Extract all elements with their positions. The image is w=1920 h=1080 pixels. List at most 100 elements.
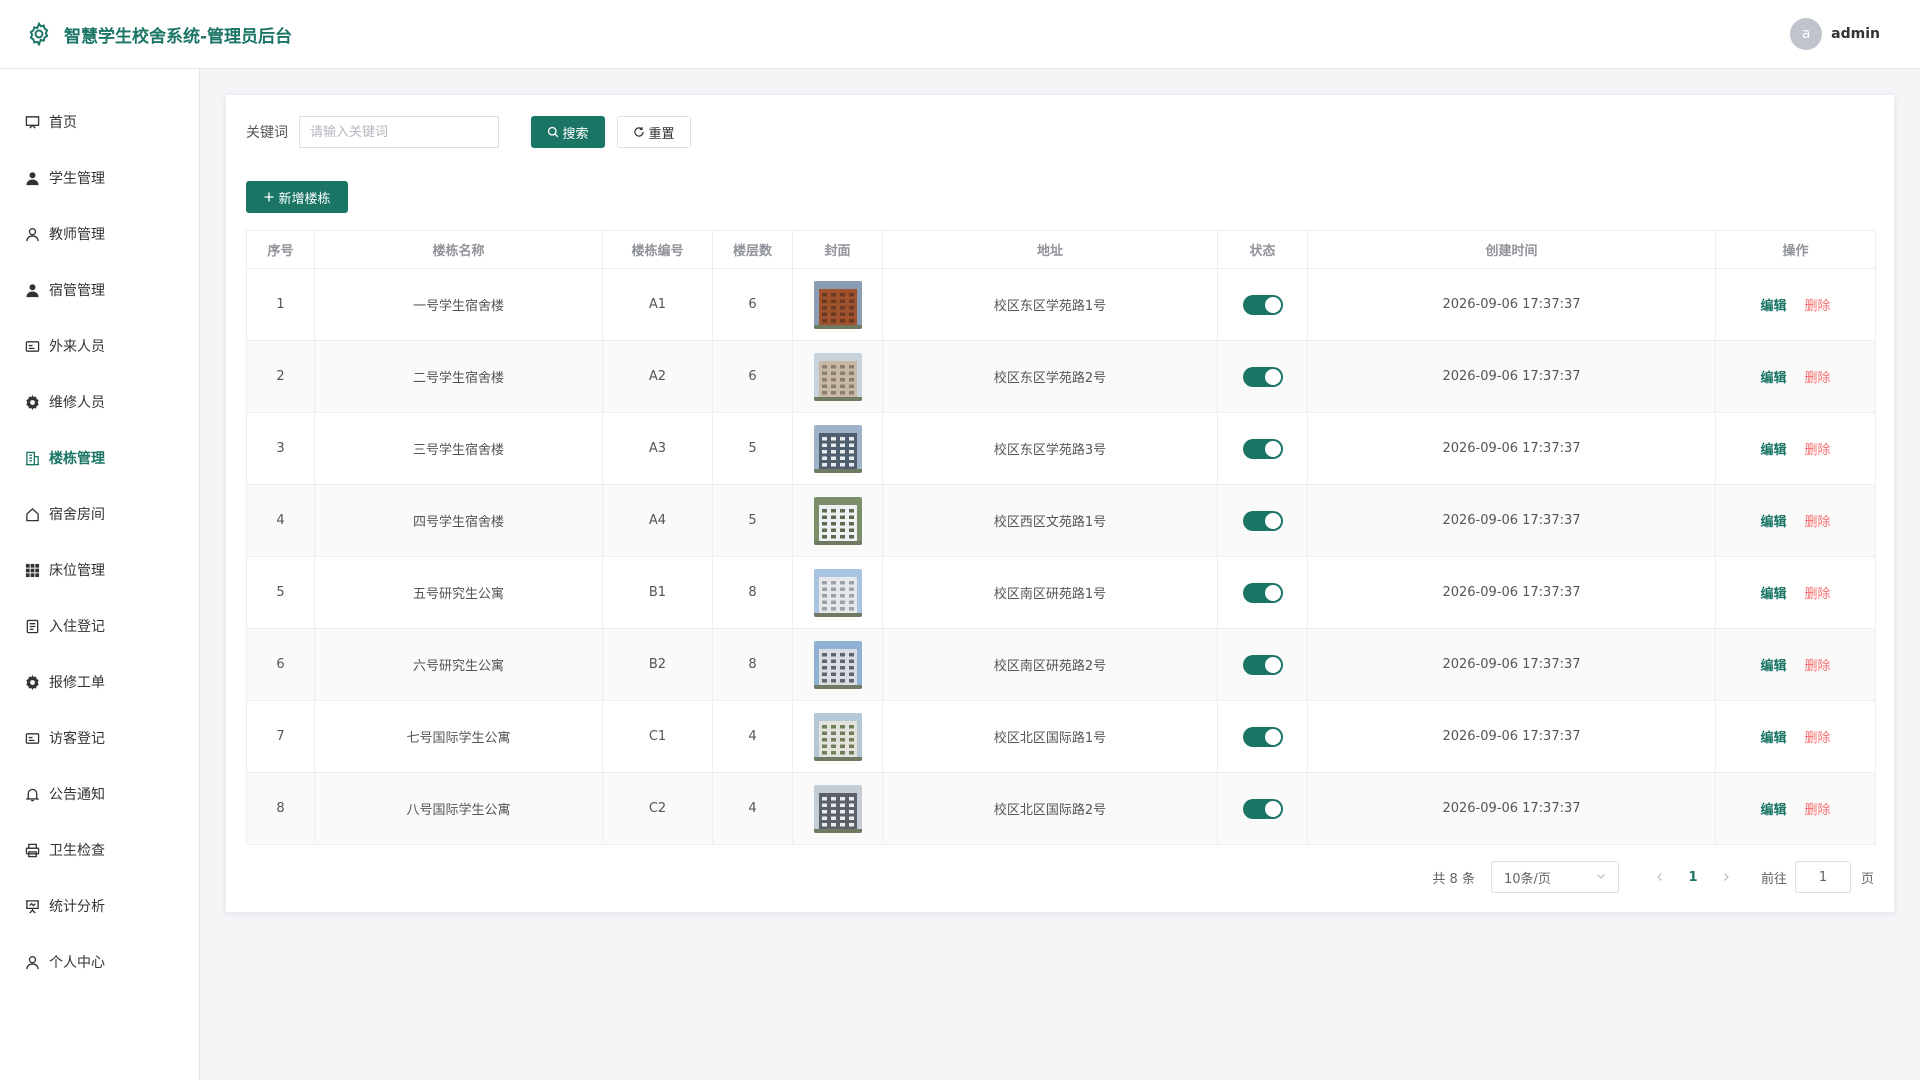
delete-button[interactable]: 删除 (1805, 443, 1831, 458)
delete-button[interactable]: 删除 (1805, 515, 1831, 530)
goto-label: 前往 (1760, 871, 1787, 887)
cell-no: 1 (246, 268, 315, 341)
delete-button[interactable]: 删除 (1805, 371, 1831, 386)
status-toggle[interactable] (1242, 798, 1283, 819)
table-row: 1 一号学生宿舍楼 A1 6 校区东区学苑路1号 2026-09-06 17:37:37 编… (246, 268, 1876, 341)
delete-button[interactable]: 删除 (1805, 659, 1831, 674)
house-icon (24, 506, 40, 522)
cell-floors: 6 (712, 268, 793, 341)
reset-button[interactable]: 重置 (617, 116, 691, 148)
document-icon (24, 618, 40, 634)
cell-cover (792, 340, 883, 413)
page-1-button[interactable]: 1 (1675, 870, 1711, 885)
cell-address: 校区北区国际路1号 (882, 700, 1218, 773)
sidebar-item-7[interactable]: 楼栋管理 (0, 430, 199, 486)
id-card-icon (24, 338, 40, 354)
table-header-row: 序号 楼栋名称 楼栋编号 楼层数 封面 地址 状态 创建时间 操作 (246, 230, 1876, 269)
cell-floors: 5 (712, 484, 793, 557)
cell-address: 校区西区文苑路1号 (882, 484, 1218, 557)
cover-image[interactable] (813, 352, 862, 401)
sidebar-item-3[interactable]: 教师管理 (0, 206, 199, 262)
cell-created: 2026-09-06 17:37:37 (1307, 628, 1716, 701)
sidebar-item-14[interactable]: 卫生检查 (0, 822, 199, 878)
status-toggle[interactable] (1242, 294, 1283, 315)
page-size-select[interactable]: 10条/页 (1490, 861, 1619, 893)
cell-no: 6 (246, 628, 315, 701)
edit-button[interactable]: 编辑 (1760, 371, 1786, 386)
cell-status (1217, 772, 1308, 845)
status-toggle[interactable] (1242, 510, 1283, 531)
cover-image[interactable] (813, 784, 862, 833)
sidebar-item-label: 访客登记 (49, 731, 105, 747)
edit-button[interactable]: 编辑 (1760, 659, 1786, 674)
column-header: 操作 (1715, 230, 1876, 269)
cell-code: A2 (602, 340, 713, 413)
pagination: 共 8 条 10条/页 1 前往 页 (1432, 861, 1874, 893)
status-toggle[interactable] (1242, 438, 1283, 459)
sidebar-item-label: 维修人员 (49, 395, 105, 411)
sidebar-item-5[interactable]: 外来人员 (0, 318, 199, 374)
cell-created: 2026-09-06 17:37:37 (1307, 772, 1716, 845)
search-button[interactable]: 搜索 (531, 116, 605, 148)
cell-name: 一号学生宿舍楼 (314, 268, 603, 341)
cover-image[interactable] (813, 712, 862, 761)
cover-image[interactable] (813, 496, 862, 545)
delete-button[interactable]: 删除 (1805, 299, 1831, 314)
cover-image[interactable] (813, 568, 862, 617)
avatar[interactable]: a (1790, 18, 1823, 50)
cover-image[interactable] (813, 424, 862, 473)
cell-name: 七号国际学生公寓 (314, 700, 603, 773)
cell-created: 2026-09-06 17:37:37 (1307, 268, 1716, 341)
sidebar-item-16[interactable]: 个人中心 (0, 934, 199, 990)
sidebar-item-10[interactable]: 入住登记 (0, 598, 199, 654)
sidebar-item-15[interactable]: 统计分析 (0, 878, 199, 934)
table-body: 1 一号学生宿舍楼 A1 6 校区东区学苑路1号 2026-09-06 17:37:37 编… (246, 268, 1876, 845)
grid-icon (24, 562, 40, 578)
chevron-down-icon (1596, 870, 1606, 885)
edit-button[interactable]: 编辑 (1760, 731, 1786, 746)
prev-page-button[interactable] (1645, 872, 1675, 882)
cover-image[interactable] (813, 640, 862, 689)
add-building-button[interactable]: 新增楼栋 (246, 181, 348, 213)
sidebar-item-9[interactable]: 床位管理 (0, 542, 199, 598)
keyword-input[interactable] (299, 116, 499, 148)
reset-button-label: 重置 (648, 126, 675, 142)
status-toggle[interactable] (1242, 582, 1283, 603)
delete-button[interactable]: 删除 (1805, 587, 1831, 602)
status-toggle[interactable] (1242, 726, 1283, 747)
edit-button[interactable]: 编辑 (1760, 443, 1786, 458)
status-toggle[interactable] (1242, 366, 1283, 387)
search-icon (547, 126, 559, 138)
status-toggle[interactable] (1242, 654, 1283, 675)
sidebar-item-13[interactable]: 公告通知 (0, 766, 199, 822)
cell-actions: 编辑 删除 (1715, 412, 1876, 485)
cover-image[interactable] (813, 280, 862, 329)
edit-button[interactable]: 编辑 (1760, 515, 1786, 530)
sidebar-item-6[interactable]: 维修人员 (0, 374, 199, 430)
edit-button[interactable]: 编辑 (1760, 587, 1786, 602)
sidebar-item-label: 外来人员 (49, 339, 105, 355)
sidebar-item-11[interactable]: 报修工单 (0, 654, 199, 710)
table-row: 8 八号国际学生公寓 C2 4 校区北区国际路2号 2026-09-06 17:37:37… (246, 772, 1876, 845)
delete-button[interactable]: 删除 (1805, 731, 1831, 746)
cell-name: 四号学生宿舍楼 (314, 484, 603, 557)
edit-button[interactable]: 编辑 (1760, 299, 1786, 314)
user-menu[interactable]: a admin (1790, 18, 1880, 50)
sidebar-item-label: 首页 (49, 115, 77, 131)
sidebar-item-8[interactable]: 宿舍房间 (0, 486, 199, 542)
sidebar-item-1[interactable]: 首页 (0, 94, 199, 150)
cell-code: C1 (602, 700, 713, 773)
sidebar-item-12[interactable]: 访客登记 (0, 710, 199, 766)
cell-created: 2026-09-06 17:37:37 (1307, 412, 1716, 485)
column-header: 楼栋名称 (314, 230, 603, 269)
edit-button[interactable]: 编辑 (1760, 803, 1786, 818)
cell-cover (792, 628, 883, 701)
goto-page-input[interactable] (1794, 861, 1851, 893)
username[interactable]: admin (1831, 26, 1880, 42)
next-page-button[interactable] (1711, 872, 1741, 882)
user-icon (24, 226, 40, 242)
sidebar-item-4[interactable]: 宿管管理 (0, 262, 199, 318)
delete-button[interactable]: 删除 (1805, 803, 1831, 818)
cell-status (1217, 268, 1308, 341)
sidebar-item-2[interactable]: 学生管理 (0, 150, 199, 206)
